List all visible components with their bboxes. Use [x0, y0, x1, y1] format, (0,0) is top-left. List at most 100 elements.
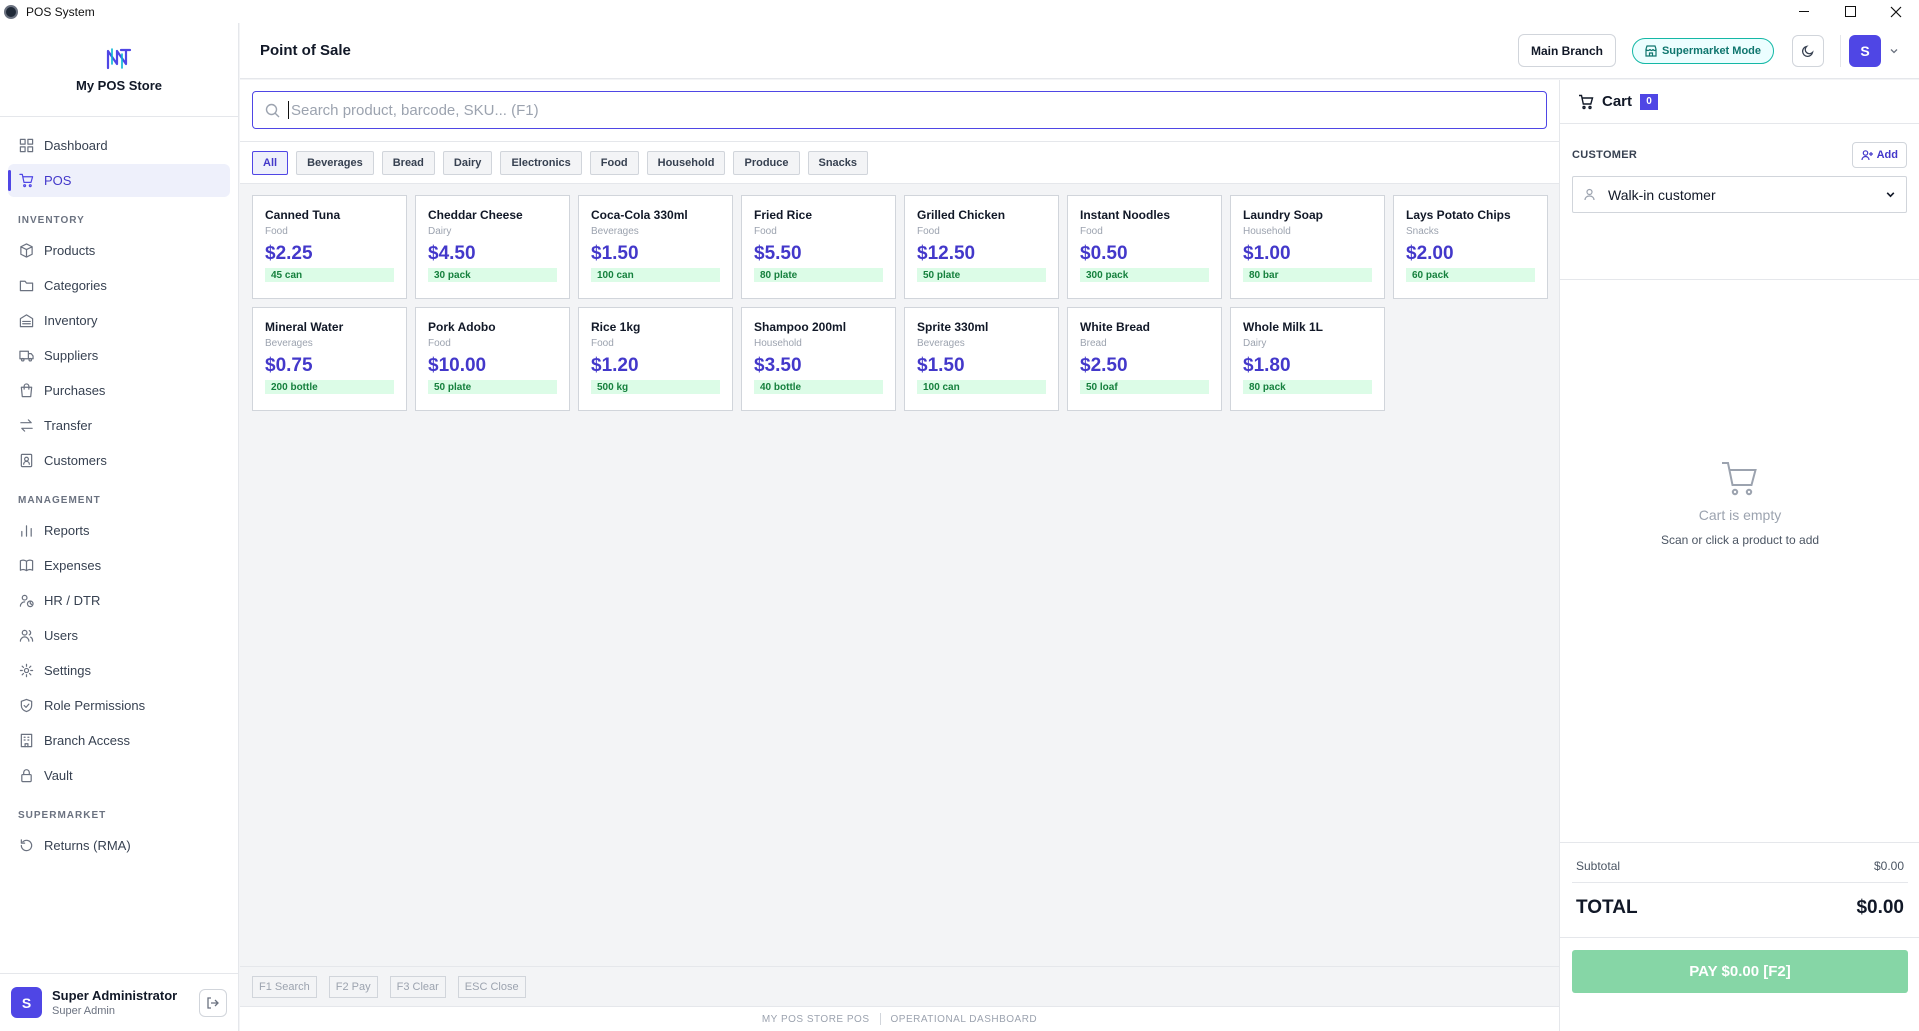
- category-electronics[interactable]: Electronics: [500, 150, 582, 175]
- avatar[interactable]: S: [11, 987, 42, 1018]
- store-icon: [1645, 44, 1657, 57]
- category-dairy[interactable]: Dairy: [442, 150, 493, 175]
- sidebar-item-purchases[interactable]: Purchases: [8, 374, 230, 407]
- product-card[interactable]: Laundry Soap Household $1.00 80 bar: [1230, 195, 1385, 299]
- total-label: TOTAL: [1576, 897, 1638, 918]
- footer-divider: [879, 1013, 881, 1025]
- chevron-down-icon: [1889, 46, 1899, 56]
- page-title: Point of Sale: [260, 42, 351, 59]
- product-card[interactable]: White Bread Bread $2.50 50 loaf: [1067, 307, 1222, 411]
- product-name: Sprite 330ml: [917, 320, 989, 334]
- sidebar-item-label: Products: [44, 243, 96, 258]
- pay-button[interactable]: PAY $0.00 [F2]: [1572, 950, 1908, 993]
- sidebar-item-users[interactable]: Users: [8, 619, 230, 652]
- logout-button[interactable]: [199, 988, 227, 1017]
- close-icon[interactable]: [1873, 0, 1919, 23]
- product-card[interactable]: Lays Potato Chips Snacks $2.00 60 pack: [1393, 195, 1548, 299]
- product-price: $2.25: [265, 243, 313, 264]
- user-info: Super Administrator Super Admin: [52, 988, 199, 1017]
- minimize-icon[interactable]: [1781, 0, 1827, 23]
- product-card[interactable]: Mineral Water Beverages $0.75 200 bottle: [252, 307, 407, 411]
- category-produce[interactable]: Produce: [733, 150, 800, 175]
- cart-panel: Cart 0 CUSTOMER Add Walk-in customer Car…: [1559, 80, 1919, 1031]
- header-divider: [1840, 34, 1841, 67]
- sidebar-item-settings[interactable]: Settings: [8, 654, 230, 687]
- sidebar-item-suppliers[interactable]: Suppliers: [8, 339, 230, 372]
- profile-menu-button[interactable]: S: [1849, 34, 1899, 67]
- mode-label: Supermarket Mode: [1661, 44, 1761, 57]
- product-stock-badge: 30 pack: [428, 268, 557, 282]
- search-input[interactable]: [288, 101, 1546, 119]
- category-bread[interactable]: Bread: [381, 150, 435, 175]
- cart-header: Cart 0: [1560, 80, 1919, 124]
- sidebar-item-inventory[interactable]: Inventory: [8, 304, 230, 337]
- product-card[interactable]: Whole Milk 1L Dairy $1.80 80 pack: [1230, 307, 1385, 411]
- customer-select[interactable]: Walk-in customer: [1572, 176, 1907, 213]
- product-category: Snacks: [1406, 226, 1439, 237]
- sidebar-item-dashboard[interactable]: Dashboard: [8, 129, 230, 162]
- user-box: S Super Administrator Super Admin: [0, 973, 238, 1031]
- product-stock-badge: 45 can: [265, 268, 394, 282]
- lock-icon: [18, 768, 34, 784]
- app-icon: [4, 4, 18, 19]
- footer-left: MY POS STORE POS: [761, 1013, 870, 1025]
- sidebar-item-customers[interactable]: Customers: [8, 444, 230, 477]
- users-icon: [18, 628, 34, 644]
- product-card[interactable]: Fried Rice Food $5.50 80 plate: [741, 195, 896, 299]
- product-name: Shampoo 200ml: [754, 320, 847, 334]
- maximize-icon[interactable]: [1827, 0, 1873, 23]
- branch-selector-button[interactable]: Main Branch: [1517, 34, 1616, 67]
- sidebar-item-role-permissions[interactable]: Role Permissions: [8, 689, 230, 722]
- sidebar-nav: Dashboard POS INVENTORY Products Categories I…: [0, 117, 238, 862]
- category-snacks[interactable]: Snacks: [807, 150, 869, 175]
- shortcut-esc-close: ESC Close: [457, 975, 526, 998]
- product-card[interactable]: Instant Noodles Food $0.50 300 pack: [1067, 195, 1222, 299]
- sidebar-item-hr-dtr[interactable]: HR / DTR: [8, 584, 230, 617]
- search-box[interactable]: [252, 91, 1547, 129]
- category-household[interactable]: Household: [646, 150, 726, 175]
- product-card[interactable]: Shampoo 200ml Household $3.50 40 bottle: [741, 307, 896, 411]
- cart-empty-state: Cart is empty Scan or click a product to…: [1560, 460, 1919, 547]
- product-card[interactable]: Sprite 330ml Beverages $1.50 100 can: [904, 307, 1059, 411]
- product-card[interactable]: Pork Adobo Food $10.00 50 plate: [415, 307, 570, 411]
- sidebar-item-returns-rma[interactable]: Returns (RMA): [8, 829, 230, 862]
- product-card[interactable]: Rice 1kg Food $1.20 500 kg: [578, 307, 733, 411]
- sidebar-item-transfer[interactable]: Transfer: [8, 409, 230, 442]
- header: Point of Sale Main Branch Supermarket Mo…: [240, 23, 1919, 79]
- grid-icon: [18, 138, 34, 154]
- sidebar-item-products[interactable]: Products: [8, 234, 230, 267]
- product-price: $5.50: [754, 243, 802, 264]
- product-card[interactable]: Cheddar Cheese Dairy $4.50 30 pack: [415, 195, 570, 299]
- user-name: Super Administrator: [52, 988, 178, 1003]
- sidebar-item-vault[interactable]: Vault: [8, 759, 230, 792]
- contact-icon: [18, 453, 34, 469]
- product-category: Food: [1080, 226, 1103, 237]
- sidebar-item-branch-access[interactable]: Branch Access: [8, 724, 230, 757]
- category-all[interactable]: All: [252, 150, 289, 175]
- product-card[interactable]: Coca-Cola 330ml Beverages $1.50 100 can: [578, 195, 733, 299]
- nav-section-supermarket: SUPERMARKET: [18, 810, 107, 821]
- search-icon: [265, 103, 280, 118]
- category-beverages[interactable]: Beverages: [296, 150, 374, 175]
- category-food[interactable]: Food: [589, 150, 639, 175]
- product-card[interactable]: Canned Tuna Food $2.25 45 can: [252, 195, 407, 299]
- product-card[interactable]: Grilled Chicken Food $12.50 50 plate: [904, 195, 1059, 299]
- sidebar-item-reports[interactable]: Reports: [8, 514, 230, 547]
- sidebar-item-categories[interactable]: Categories: [8, 269, 230, 302]
- customer-value: Walk-in customer: [1608, 186, 1716, 203]
- product-stock-badge: 80 bar: [1243, 268, 1372, 282]
- product-name: Instant Noodles: [1080, 208, 1171, 222]
- sidebar-item-label: Users: [44, 628, 78, 643]
- sidebar-item-pos[interactable]: POS: [8, 164, 230, 197]
- window-title: POS System: [26, 4, 95, 19]
- theme-toggle-button[interactable]: [1792, 34, 1824, 67]
- sidebar-item-label: Reports: [44, 523, 90, 538]
- total-value: $0.00: [1856, 897, 1904, 918]
- sidebar-item-label: Suppliers: [44, 348, 99, 363]
- empty-title: Cart is empty: [1698, 507, 1782, 523]
- supermarket-mode-button[interactable]: Supermarket Mode: [1631, 37, 1774, 64]
- product-name: White Bread: [1080, 320, 1151, 334]
- add-customer-button[interactable]: Add: [1851, 142, 1907, 168]
- category-filter: All Beverages Bread Dairy Electronics Food Hou…: [240, 142, 1559, 184]
- sidebar-item-expenses[interactable]: Expenses: [8, 549, 230, 582]
